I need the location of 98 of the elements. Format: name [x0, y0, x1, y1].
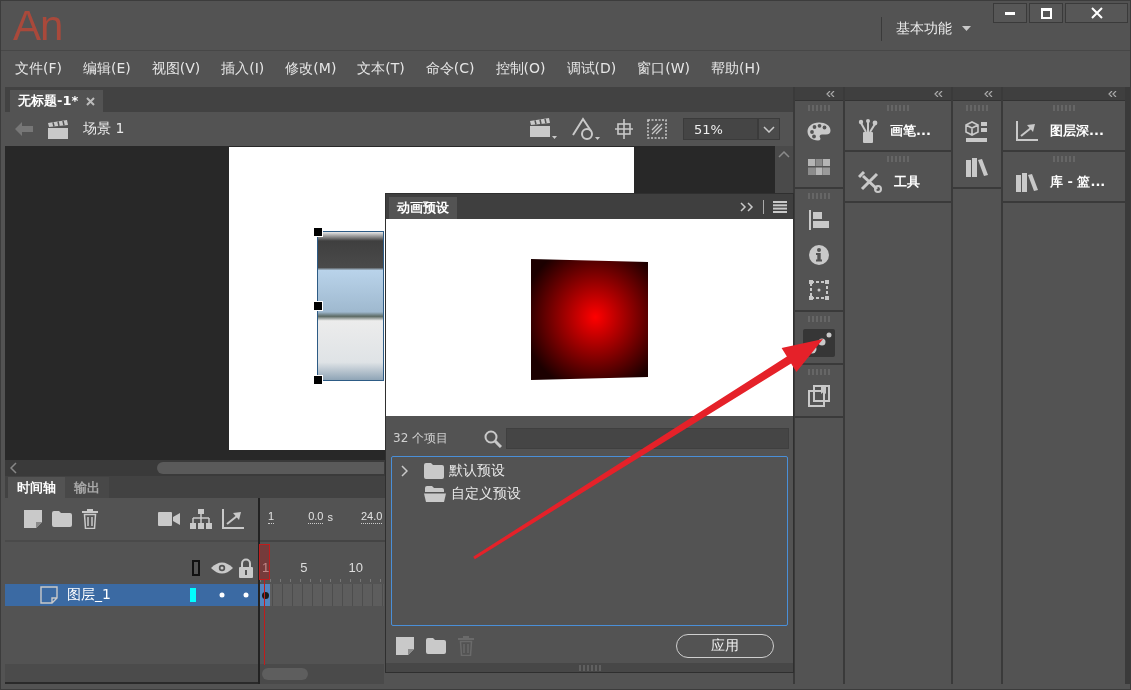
panel-tab[interactable]: 时间轴: [8, 477, 65, 498]
new-layer-icon[interactable]: [24, 510, 42, 528]
collapse-icon[interactable]: [934, 90, 943, 97]
menu-item[interactable]: 编辑(E): [83, 60, 131, 78]
bounding-box-icon[interactable]: [809, 279, 829, 300]
minimize-icon: [1005, 11, 1015, 15]
menu-item[interactable]: 插入(I): [221, 60, 265, 78]
chevron-down-icon: [763, 125, 775, 133]
graph-icon: [1016, 120, 1038, 141]
lock-icon[interactable]: [238, 558, 254, 578]
frame-number: 10: [348, 561, 363, 574]
layer-color-icon[interactable]: [190, 588, 196, 602]
menu-item[interactable]: 文本(T): [357, 60, 405, 78]
clip-icon[interactable]: [647, 119, 667, 139]
playhead[interactable]: [259, 544, 270, 665]
panel-button[interactable]: 图层深...: [1003, 111, 1125, 150]
close-icon: [1090, 7, 1103, 19]
current-frame[interactable]: 1: [268, 509, 275, 525]
brushes-icon: [858, 118, 878, 143]
menu-item[interactable]: 视图(V): [151, 60, 201, 78]
new-layer-icon[interactable]: [396, 637, 414, 655]
menu-item[interactable]: 窗口(W): [637, 60, 690, 78]
chevron-up-icon[interactable]: [778, 151, 790, 158]
resize-handle[interactable]: [313, 375, 323, 385]
panel-button[interactable]: 库 - 篮...: [1003, 162, 1125, 201]
resize-handle[interactable]: [313, 227, 323, 237]
books-icon: [1016, 171, 1038, 192]
menu-item[interactable]: 命令(C): [425, 60, 475, 78]
outline-icon[interactable]: [192, 560, 200, 576]
open-folder-icon: [424, 485, 446, 502]
swatches-icon[interactable]: [808, 158, 830, 175]
dot-icon[interactable]: [243, 592, 249, 598]
folder-icon[interactable]: [426, 638, 446, 654]
panel-button[interactable]: 画笔...: [845, 111, 951, 150]
menu-item[interactable]: 修改(M): [285, 60, 337, 78]
trash-icon[interactable]: [82, 509, 98, 529]
eye-icon[interactable]: [211, 561, 233, 575]
panel-tab[interactable]: 输出: [65, 477, 109, 498]
frame-number: 5: [300, 561, 308, 574]
frame-number: 1: [262, 561, 270, 574]
maximize-icon: [1040, 7, 1052, 19]
close-button[interactable]: [1065, 3, 1128, 23]
scrollbar-thumb[interactable]: [157, 462, 384, 474]
zoom-field[interactable]: 51%: [683, 118, 758, 140]
folder-icon: [424, 462, 444, 479]
time-unit: s: [327, 511, 333, 523]
tree-item[interactable]: 默认预设: [392, 459, 787, 482]
layer-icon: [40, 586, 58, 604]
double-chevron-icon[interactable]: [740, 201, 754, 212]
menu-item[interactable]: 调试(D): [566, 60, 617, 78]
palette-icon[interactable]: [807, 122, 831, 141]
dropdown-button[interactable]: [758, 118, 780, 140]
menu-icon[interactable]: [773, 200, 787, 213]
collapse-icon[interactable]: [826, 90, 835, 97]
frame-track[interactable]: [260, 584, 384, 606]
menu-item[interactable]: 帮助(H): [711, 60, 761, 78]
cube-icon[interactable]: [965, 120, 989, 143]
panel-button[interactable]: 工具: [845, 162, 951, 201]
document-tab[interactable]: 无标题-1*: [10, 90, 104, 112]
collapse-icon[interactable]: [1108, 90, 1117, 97]
frame-rate[interactable]: 24.0: [360, 509, 383, 525]
tree-item[interactable]: 自定义预设: [392, 482, 787, 505]
app-logo: An: [13, 4, 63, 47]
scene-name: 场景 1: [83, 120, 125, 138]
layer-row[interactable]: 图层_1: [5, 584, 258, 606]
clapper-icon[interactable]: [47, 119, 69, 139]
panel-tab[interactable]: 动画预设: [389, 197, 457, 219]
resize-handle[interactable]: [313, 301, 323, 311]
workspace-switcher[interactable]: 基本功能: [896, 17, 971, 40]
menu-item[interactable]: 文件(F): [15, 60, 62, 78]
graph-icon[interactable]: [222, 509, 244, 529]
books-icon[interactable]: [966, 156, 988, 177]
menu-item[interactable]: 控制(O): [495, 60, 546, 78]
folder-icon[interactable]: [52, 511, 72, 527]
tools-icon: [858, 170, 882, 193]
maximize-button[interactable]: [1029, 3, 1063, 23]
minimize-button[interactable]: [993, 3, 1027, 23]
close-icon[interactable]: [86, 96, 96, 106]
align-icon[interactable]: [809, 209, 829, 230]
hierarchy-icon[interactable]: [190, 509, 212, 529]
item-count: 32 个项目: [393, 430, 449, 447]
caret-icon: [962, 26, 971, 31]
time-value[interactable]: 0.0: [308, 509, 324, 525]
shapes-icon[interactable]: [571, 117, 601, 141]
chevron-left-icon[interactable]: [10, 462, 17, 474]
layer-name: 图层_1: [67, 586, 111, 604]
dot-icon[interactable]: [219, 592, 225, 598]
horizontal-scrollbar[interactable]: [260, 664, 384, 684]
info-icon[interactable]: [809, 244, 829, 265]
collapse-icon[interactable]: [984, 90, 993, 97]
clapper-icon[interactable]: [529, 118, 557, 140]
grip-icon[interactable]: [578, 664, 601, 671]
camera-icon[interactable]: [158, 512, 180, 526]
search-field[interactable]: [506, 428, 789, 449]
crosshair-icon[interactable]: [615, 119, 633, 139]
chevron-right-icon[interactable]: [400, 464, 408, 477]
search-icon: [484, 429, 503, 448]
stacked-pages-icon[interactable]: [808, 384, 830, 407]
